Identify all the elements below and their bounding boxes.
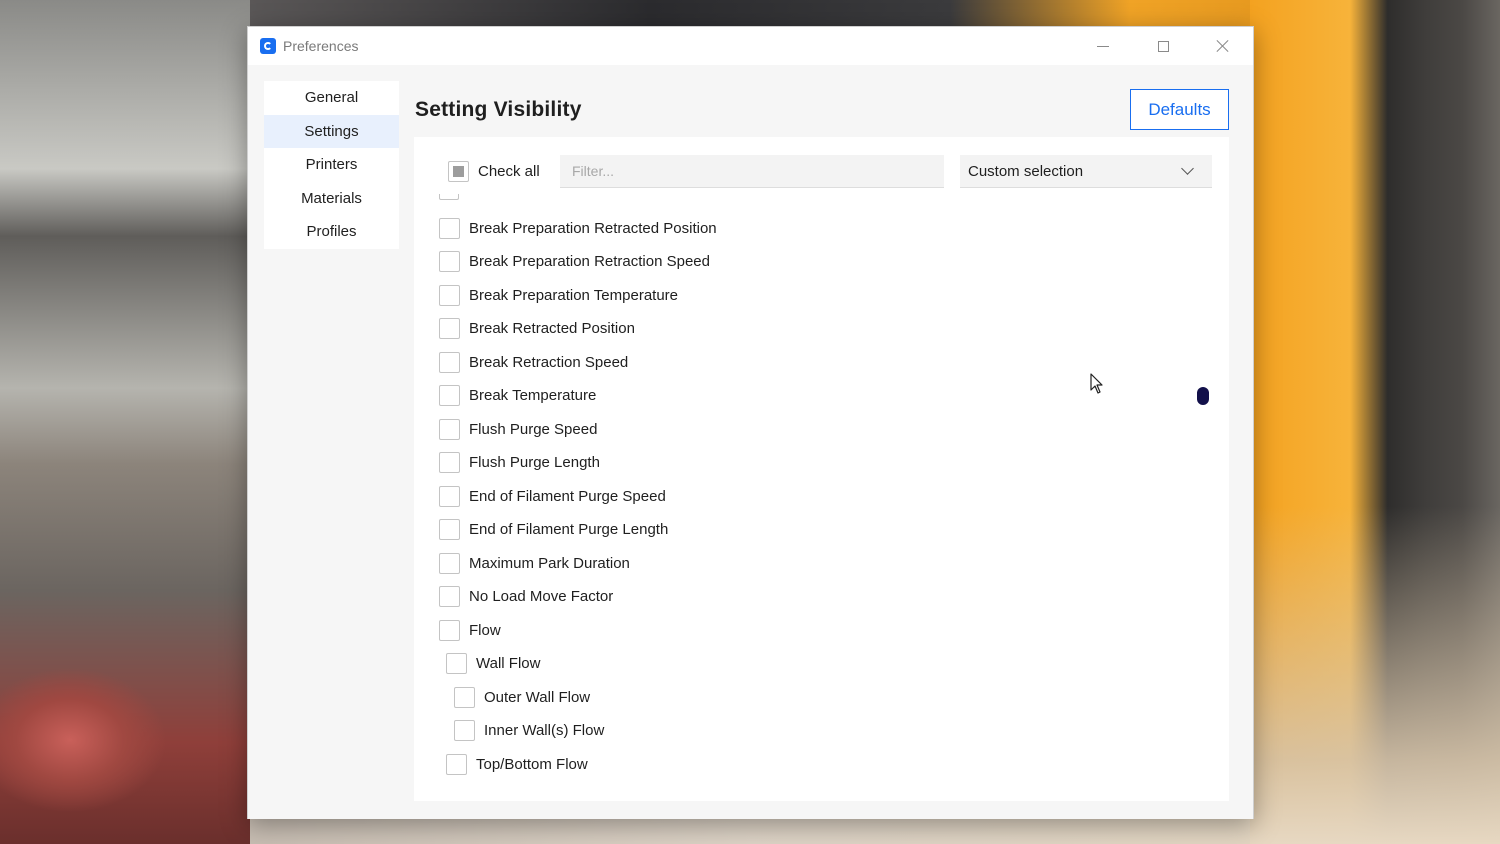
settings-panel: Check all Custom selection Break Prepara…	[414, 137, 1229, 801]
setting-label: Flush Purge Length	[469, 454, 600, 471]
visibility-preset-value: Custom selection	[968, 162, 1084, 180]
setting-label: Top/Bottom Flow	[476, 755, 588, 773]
setting-checkbox[interactable]	[439, 552, 460, 574]
setting-row[interactable]: Break Retraction Speed	[439, 350, 628, 374]
page-title: Setting Visibility	[415, 98, 582, 121]
setting-row[interactable]: Wall Flow	[446, 652, 540, 676]
nav-item-profiles[interactable]: Profiles	[264, 215, 399, 249]
setting-checkbox[interactable]	[446, 653, 467, 674]
setting-label: End of Filament Purge Length	[469, 521, 669, 538]
title-bar[interactable]: Preferences	[248, 27, 1253, 65]
close-icon	[1216, 39, 1230, 53]
setting-checkbox[interactable]	[439, 351, 460, 373]
setting-row[interactable]: End of Filament Purge Speed	[439, 484, 666, 508]
setting-row[interactable]: Break Preparation Retracted Position	[439, 216, 717, 240]
preferences-nav: General Settings Printers Materials Profiles	[264, 81, 399, 249]
setting-row[interactable]: End of Filament Purge Length	[439, 518, 668, 542]
setting-row[interactable]: Break Preparation Retraction Speed	[439, 250, 710, 274]
setting-row[interactable]: Outer Wall Flow	[454, 685, 590, 709]
background-photo-bottom	[250, 818, 1250, 844]
setting-row[interactable]: Break Temperature	[439, 384, 596, 408]
setting-label: Break Preparation Retraction Speed	[469, 253, 710, 270]
setting-checkbox[interactable]	[439, 485, 460, 507]
setting-label: Flow	[469, 621, 501, 639]
settings-list[interactable]: Break Preparation Retracted Position Brea…	[414, 194, 1229, 794]
check-all-toggle[interactable]: Check all	[448, 159, 540, 183]
background-photo-top	[250, 0, 1250, 28]
preferences-window: Preferences General Settings Printers Mater…	[247, 26, 1254, 819]
setting-label: Flush Purge Speed	[469, 420, 598, 438]
setting-checkbox[interactable]	[439, 251, 460, 272]
setting-checkbox[interactable]	[439, 284, 460, 306]
setting-label: Break Retracted Position	[469, 320, 635, 337]
setting-row[interactable]: Flush Purge Speed	[439, 417, 597, 441]
setting-label: Inner Wall(s) Flow	[484, 722, 605, 739]
setting-row[interactable]: Flow	[439, 618, 501, 642]
setting-checkbox[interactable]	[439, 619, 460, 641]
close-button[interactable]	[1200, 31, 1246, 61]
maximize-icon	[1157, 40, 1169, 52]
setting-checkbox[interactable]	[439, 318, 460, 339]
background-photo-left	[0, 0, 250, 844]
setting-checkbox[interactable]	[439, 217, 460, 239]
minimize-icon	[1097, 45, 1109, 47]
partial-check-icon	[453, 165, 464, 177]
setting-label: Maximum Park Duration	[469, 554, 630, 572]
nav-item-settings[interactable]: Settings	[264, 114, 399, 148]
visibility-preset-select[interactable]: Custom selection	[960, 155, 1212, 188]
window-title: Preferences	[283, 38, 359, 54]
nav-item-printers[interactable]: Printers	[264, 148, 399, 182]
setting-label: No Load Move Factor	[469, 588, 614, 605]
setting-label: Break Temperature	[469, 387, 597, 404]
setting-checkbox[interactable]	[454, 720, 475, 741]
filter-input[interactable]	[560, 155, 944, 188]
chevron-down-icon	[1181, 162, 1194, 175]
setting-row[interactable]: Break Retracted Position	[439, 317, 635, 341]
setting-row[interactable]: No Load Move Factor	[439, 585, 613, 609]
setting-row[interactable]: Maximum Park Duration	[439, 551, 630, 575]
setting-checkbox[interactable]	[439, 418, 460, 440]
background-photo-right	[1250, 0, 1500, 844]
setting-checkbox[interactable]	[439, 586, 460, 607]
check-all-checkbox[interactable]	[448, 160, 469, 182]
minimize-button[interactable]	[1080, 31, 1126, 61]
nav-item-general[interactable]: General	[264, 81, 399, 115]
check-all-label: Check all	[478, 162, 540, 180]
setting-checkbox[interactable]	[454, 686, 475, 708]
setting-label: Wall Flow	[476, 655, 541, 672]
setting-checkbox[interactable]	[439, 519, 460, 540]
maximize-button[interactable]	[1140, 31, 1186, 61]
setting-label: Break Preparation Retracted Position	[469, 219, 717, 237]
setting-checkbox[interactable]	[439, 452, 460, 473]
nav-item-materials[interactable]: Materials	[264, 182, 399, 216]
mouse-cursor-icon	[1090, 373, 1103, 394]
setting-row[interactable]: Break Preparation Temperature	[439, 283, 678, 307]
setting-row[interactable]: Flush Purge Length	[439, 451, 600, 475]
setting-row[interactable]: Top/Bottom Flow	[446, 752, 588, 776]
cura-app-icon	[260, 38, 276, 54]
setting-checkbox[interactable]	[446, 753, 467, 775]
scrollbar-handle[interactable]	[1197, 387, 1209, 405]
setting-label: End of Filament Purge Speed	[469, 487, 666, 505]
defaults-button[interactable]: Defaults	[1130, 89, 1229, 130]
setting-label: Break Retraction Speed	[469, 353, 629, 371]
setting-row[interactable]: Inner Wall(s) Flow	[454, 719, 604, 743]
setting-checkbox[interactable]	[439, 385, 460, 406]
setting-label: Break Preparation Temperature	[469, 286, 679, 304]
setting-checkbox-partial[interactable]	[439, 194, 459, 200]
setting-label: Outer Wall Flow	[484, 688, 591, 706]
content-area: General Settings Printers Materials Profiles…	[248, 65, 1253, 819]
